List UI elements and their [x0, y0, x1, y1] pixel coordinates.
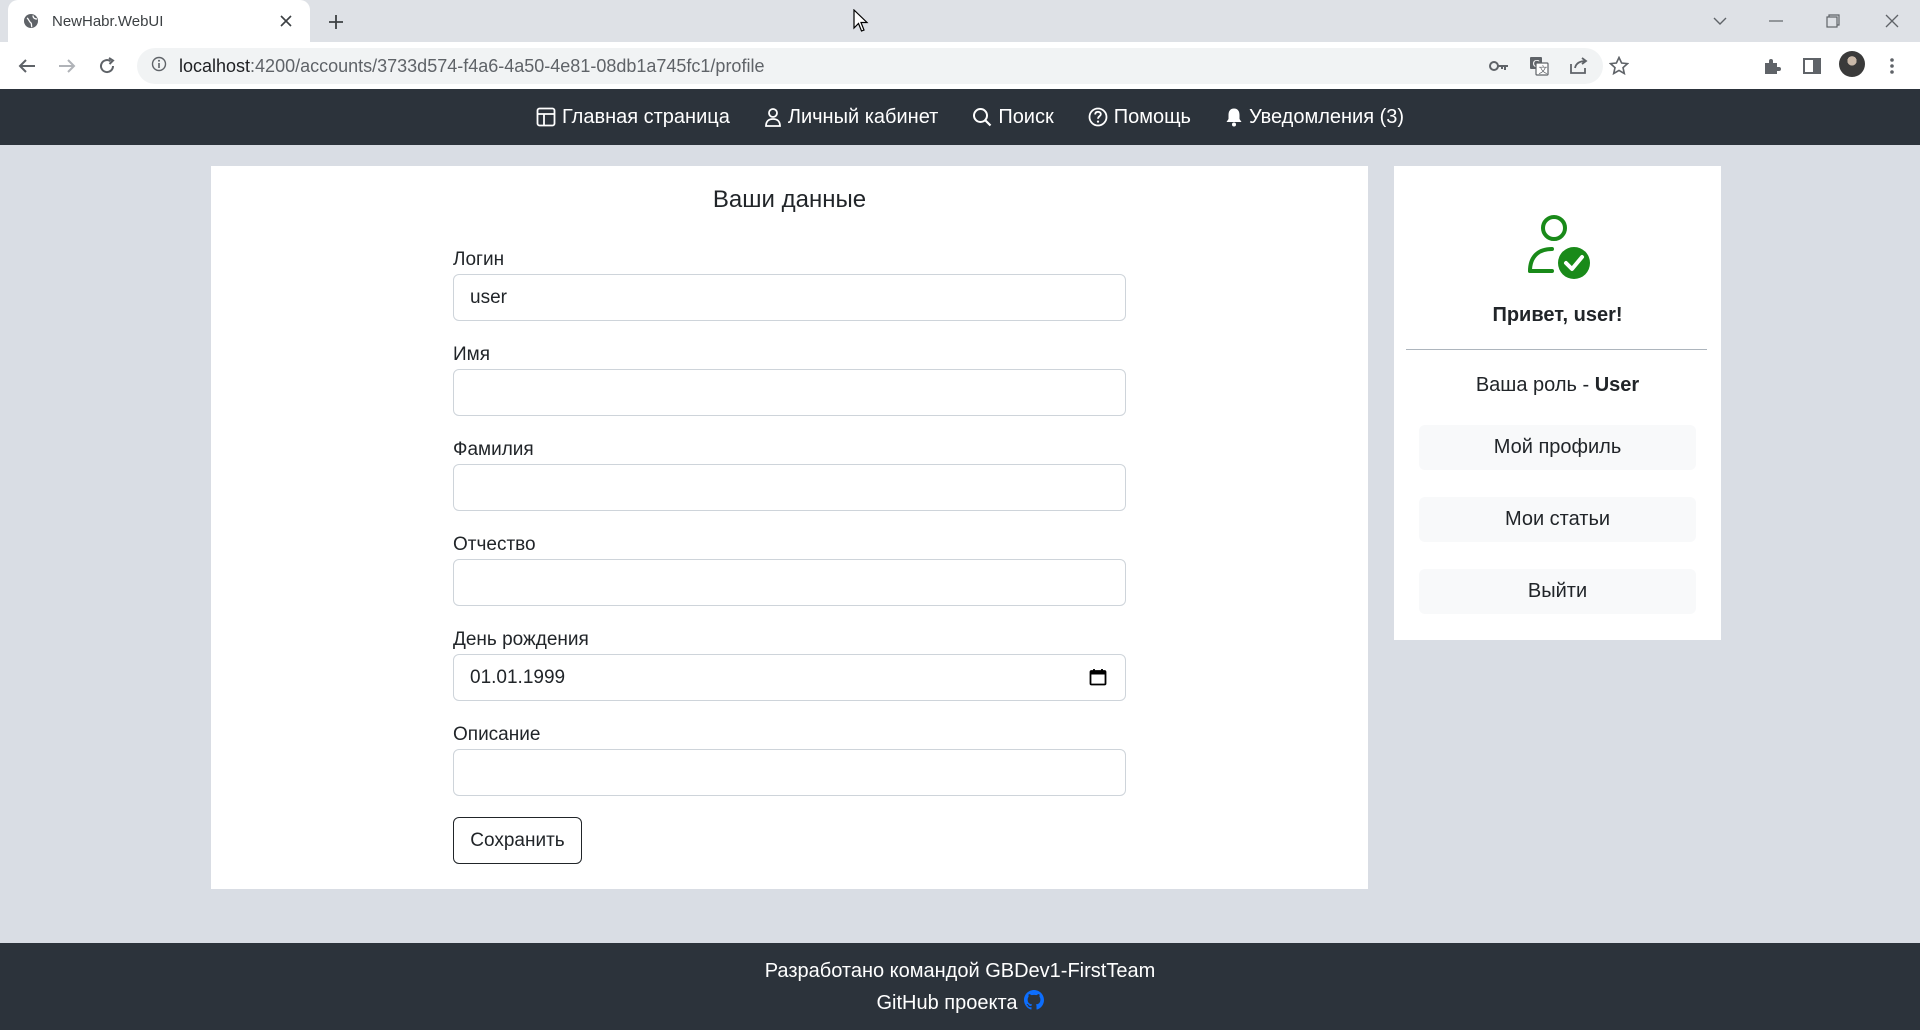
profile-form-card: Ваши данные Логин user Имя Фамилия Отчес…: [211, 166, 1368, 889]
nav-item-notifications[interactable]: Уведомления (3): [1225, 106, 1404, 129]
search-icon: [972, 107, 992, 127]
nav-item-label: Личный кабинет: [787, 105, 939, 128]
nav-item-home[interactable]: Главная страница: [536, 106, 730, 129]
page-footer: Разработано командой GBDev1-FirstTeam Gi…: [0, 943, 1920, 1030]
birthday-value: 01.01.1999: [470, 666, 566, 688]
greeting-text: Привет, user!: [1492, 304, 1623, 326]
nav-item-search[interactable]: Поиск: [972, 105, 1054, 129]
grid-icon: [536, 107, 556, 127]
tab-title: NewHabr.WebUI: [52, 12, 164, 30]
patronymic-label: Отчество: [453, 534, 536, 555]
github-icon[interactable]: [1023, 990, 1044, 1016]
close-tab-icon[interactable]: [276, 11, 296, 31]
save-button[interactable]: Сохранить: [453, 817, 582, 864]
last-name-field-group: Фамилия: [453, 438, 1126, 511]
form-title: Ваши данные: [712, 186, 867, 213]
key-icon[interactable]: [1487, 54, 1511, 78]
description-label: Описание: [453, 724, 541, 745]
last-name-label: Фамилия: [453, 439, 534, 460]
forward-arrow-icon[interactable]: [52, 51, 82, 81]
login-label: Логин: [453, 249, 505, 270]
nav-item-label: Помощь: [1113, 105, 1191, 128]
first-name-label: Имя: [453, 344, 491, 365]
description-field-group: Описание: [453, 723, 1126, 796]
user-check-icon: [1524, 211, 1596, 288]
site-info-icon[interactable]: [151, 56, 167, 77]
url-text: localhost:4200/accounts/3733d574-f4a6-4a…: [179, 55, 765, 76]
reload-icon[interactable]: [92, 51, 122, 81]
menu-kebab-icon[interactable]: [1877, 51, 1907, 81]
user-profile-card: Привет, user! Ваша роль - User Мой профи…: [1394, 166, 1721, 640]
nav-item-label: Поиск: [998, 105, 1054, 128]
footer-credits: Разработано командой GBDev1-FirstTeam: [764, 960, 1156, 982]
my-articles-button[interactable]: Мои статьи: [1419, 497, 1696, 542]
address-bar[interactable]: localhost:4200/accounts/3733d574-f4a6-4a…: [137, 48, 1629, 84]
restore-window-icon[interactable]: [1818, 6, 1848, 36]
profile-form: Логин user Имя Фамилия Отчество День рож…: [453, 248, 1126, 864]
role-text: Ваша роль - User: [1475, 374, 1640, 396]
github-link-text[interactable]: GitHub проекта: [876, 992, 1017, 1015]
login-input[interactable]: user: [453, 274, 1126, 321]
my-profile-button[interactable]: Мой профиль: [1419, 425, 1696, 470]
patronymic-field-group: Отчество: [453, 533, 1126, 606]
nav-item-label: Главная страница: [561, 105, 730, 128]
mouse-cursor-icon: [853, 8, 869, 38]
minimize-icon[interactable]: [1761, 6, 1791, 36]
nav-item-label: Уведомления (3): [1248, 105, 1405, 128]
question-icon: [1088, 107, 1108, 127]
browser-tab[interactable]: NewHabr.WebUI: [8, 0, 310, 42]
description-input[interactable]: [453, 749, 1126, 796]
profile-avatar[interactable]: [1839, 51, 1865, 77]
browser-toolbar: localhost:4200/accounts/3733d574-f4a6-4a…: [0, 42, 1920, 89]
nav-item-account[interactable]: Личный кабинет: [764, 106, 938, 129]
last-name-input[interactable]: [453, 464, 1126, 511]
footer-github-link[interactable]: GitHub проекта: [0, 990, 1920, 1016]
role-value: User: [1594, 374, 1640, 396]
bookmark-star-icon[interactable]: [1607, 54, 1631, 78]
tab-search-chevron-icon[interactable]: [1705, 6, 1735, 36]
divider: [1406, 349, 1707, 350]
nav-item-help[interactable]: Помощь: [1088, 106, 1191, 129]
back-arrow-icon[interactable]: [12, 51, 42, 81]
svg-text:文: 文: [1539, 64, 1548, 76]
logout-button[interactable]: Выйти: [1419, 569, 1696, 614]
share-icon[interactable]: [1567, 54, 1591, 78]
birthday-input[interactable]: 01.01.1999: [453, 654, 1126, 701]
birthday-label: День рождения: [453, 629, 589, 650]
login-field-group: Логин user: [453, 248, 1126, 321]
patronymic-input[interactable]: [453, 559, 1126, 606]
globe-icon: [22, 12, 40, 30]
first-name-field-group: Имя: [453, 343, 1126, 416]
close-window-icon[interactable]: [1877, 6, 1907, 36]
calendar-icon[interactable]: [1089, 668, 1109, 688]
new-tab-plus-icon[interactable]: [322, 8, 350, 36]
bell-icon: [1225, 107, 1243, 127]
translate-icon[interactable]: G文: [1527, 54, 1551, 78]
person-icon: [764, 107, 782, 127]
extensions-puzzle-icon[interactable]: [1757, 51, 1787, 81]
browser-tabstrip: NewHabr.WebUI: [0, 0, 1920, 42]
birthday-field-group: День рождения 01.01.1999: [453, 628, 1126, 701]
side-panel-icon[interactable]: [1797, 51, 1827, 81]
first-name-input[interactable]: [453, 369, 1126, 416]
top-navbar: Главная страница Личный кабинет Поиск По…: [0, 89, 1920, 145]
